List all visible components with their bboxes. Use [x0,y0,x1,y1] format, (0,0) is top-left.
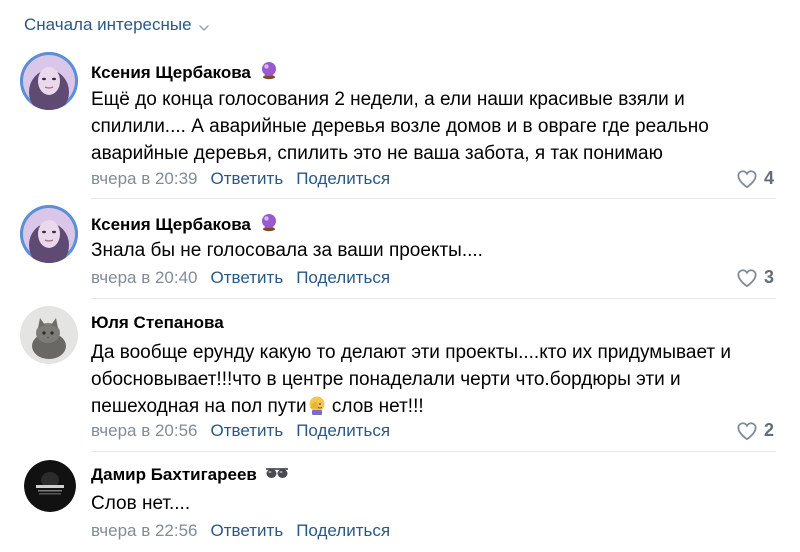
sunglasses-icon [265,465,289,485]
crystal-ball-icon [259,212,279,237]
comment-text: Да вообще ерунду какую то делают эти про… [91,339,761,420]
avatar[interactable] [20,205,78,263]
heart-icon [737,169,757,188]
facepalm-icon [307,395,327,415]
reply-button[interactable]: Ответить [211,268,284,288]
share-button[interactable]: Поделиться [296,421,390,441]
like-count: 4 [763,168,774,188]
avatar[interactable] [24,460,76,512]
comment-time[interactable]: вчера в 20:40 [91,268,198,288]
sort-dropdown[interactable]: Сначала интересные [24,15,210,35]
avatar[interactable] [20,306,78,364]
like-button[interactable]: 4 [736,168,774,189]
comment-author[interactable]: Ксения Щербакова [91,215,251,235]
like-button[interactable]: 3 [736,267,774,288]
comment-divider [91,198,776,199]
heart-icon [737,268,757,287]
comment-time[interactable]: вчера в 20:56 [91,421,198,441]
comment-text: Слов нет.... [91,493,191,514]
like-count: 2 [763,420,774,440]
comment-author[interactable]: Юля Степанова [91,313,224,333]
share-button[interactable]: Поделиться [296,521,390,541]
share-button[interactable]: Поделиться [296,268,390,288]
sort-label: Сначала интересные [24,15,192,34]
comment-author[interactable]: Ксения Щербакова [91,63,251,83]
reply-button[interactable]: Ответить [211,521,284,541]
like-count: 3 [763,267,774,287]
comment-text: Знала бы не голосовала за ваши проекты..… [91,240,483,261]
comment-author[interactable]: Дамир Бахтигареев [91,465,257,485]
comment-divider [91,298,776,299]
comment-divider [91,451,776,452]
comment-text-part: слов нет!!! [326,396,424,417]
heart-icon [737,421,757,440]
crystal-ball-icon [259,60,279,85]
chevron-down-icon [198,19,210,31]
reply-button[interactable]: Ответить [211,169,284,189]
share-button[interactable]: Поделиться [296,169,390,189]
comment-text: Ещё до конца голосования 2 недели, а ели… [91,89,709,164]
avatar[interactable] [20,52,78,110]
comment-time[interactable]: вчера в 22:56 [91,521,198,541]
reply-button[interactable]: Ответить [211,421,284,441]
like-button[interactable]: 2 [736,420,774,441]
comment-time[interactable]: вчера в 20:39 [91,169,198,189]
